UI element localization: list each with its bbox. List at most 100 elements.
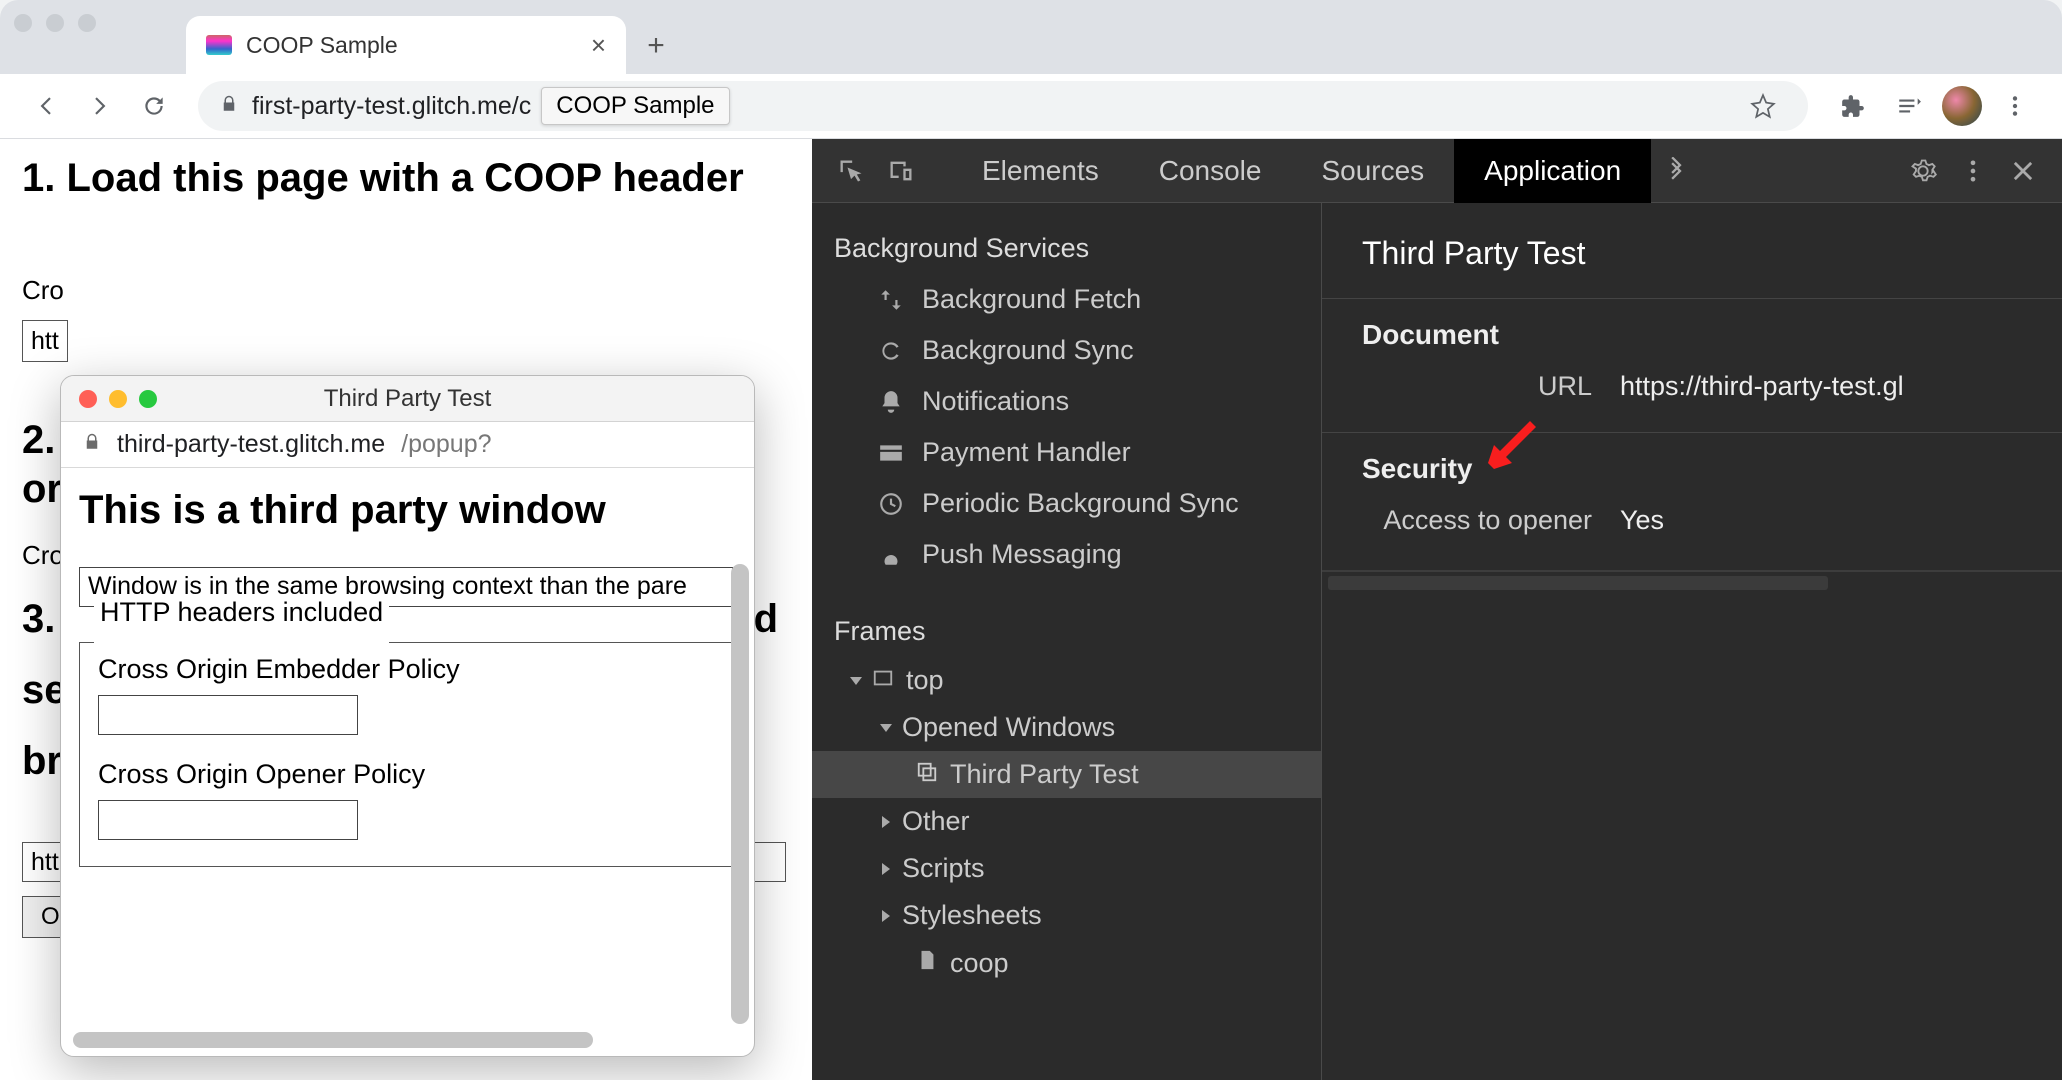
tab-close-icon[interactable]: × <box>591 30 606 61</box>
sidebar-item-label: Payment Handler <box>922 437 1131 468</box>
back-button[interactable] <box>24 84 68 128</box>
browser-toolbar: first-party-test.glitch.me/c COOP Sample <box>0 74 2062 139</box>
panel-row-url: URL https://third-party-test.gl <box>1362 371 2022 402</box>
inspect-element-icon[interactable] <box>826 146 876 196</box>
tree-label: Other <box>902 806 970 837</box>
browser-tab[interactable]: COOP Sample × <box>186 16 626 74</box>
sidebar-item-notifications[interactable]: Notifications <box>812 376 1321 427</box>
new-tab-button[interactable]: + <box>636 26 676 66</box>
sidebar-item-push-messaging[interactable]: Push Messaging <box>812 529 1321 580</box>
devtools-menu-icon[interactable] <box>1948 146 1998 196</box>
fieldset-legend: HTTP headers included <box>94 597 389 628</box>
address-url: first-party-test.glitch.me/c <box>252 92 531 121</box>
sidebar-item-periodic-bg-sync[interactable]: Periodic Background Sync <box>812 478 1321 529</box>
popup-address-bar[interactable]: third-party-test.glitch.me/popup? <box>61 422 754 468</box>
coep-label: Cross Origin Embedder Policy <box>98 654 717 685</box>
sidebar-item-label: Background Fetch <box>922 284 1141 315</box>
frame-tree-other[interactable]: Other <box>812 798 1321 845</box>
popup-horizontal-scrollbar[interactable] <box>73 1032 726 1048</box>
tree-label: top <box>906 665 944 696</box>
popup-titlebar[interactable]: Third Party Test <box>61 376 754 422</box>
page-input-stub[interactable] <box>22 320 68 362</box>
sidebar-item-payment-handler[interactable]: Payment Handler <box>812 427 1321 478</box>
tree-label: Third Party Test <box>950 759 1139 790</box>
more-tabs-icon[interactable] <box>1651 146 1701 196</box>
forward-button[interactable] <box>78 84 122 128</box>
tree-label: Stylesheets <box>902 900 1042 931</box>
tree-label: Opened Windows <box>902 712 1115 743</box>
frame-tree-scripts[interactable]: Scripts <box>812 845 1321 892</box>
sidebar-item-label: Periodic Background Sync <box>922 488 1239 519</box>
window-minimize-dot[interactable] <box>46 14 64 32</box>
frame-tree-third-party-test[interactable]: Third Party Test <box>812 751 1321 798</box>
sidebar-item-label: Background Sync <box>922 335 1134 366</box>
tree-label: Scripts <box>902 853 985 884</box>
popup-url-path: /popup? <box>401 430 491 459</box>
tab-favicon <box>206 35 232 55</box>
profile-avatar[interactable] <box>1942 86 1982 126</box>
caret-icon <box>882 816 890 828</box>
device-toolbar-icon[interactable] <box>876 146 926 196</box>
popup-window: Third Party Test third-party-test.glitch… <box>60 375 755 1057</box>
popup-vertical-scrollbar[interactable] <box>731 564 749 1032</box>
reload-button[interactable] <box>132 84 176 128</box>
lock-icon <box>220 93 238 120</box>
frame-tree-opened-windows[interactable]: Opened Windows <box>812 704 1321 751</box>
settings-gear-icon[interactable] <box>1898 146 1948 196</box>
sidebar-item-label: Push Messaging <box>922 539 1122 570</box>
sidebar-section-background-services: Background Services <box>812 223 1321 274</box>
devtools-sidebar: Background Services Background Fetch Bac… <box>812 203 1322 1080</box>
chrome-menu-icon[interactable] <box>1992 83 2038 129</box>
tab-console[interactable]: Console <box>1129 139 1292 203</box>
frame-tree-stylesheets[interactable]: Stylesheets <box>812 892 1321 939</box>
file-icon <box>916 947 938 980</box>
popup-url-host: third-party-test.glitch.me <box>117 430 385 459</box>
page-text-stub: Cro <box>22 275 790 306</box>
coop-input[interactable] <box>98 800 358 840</box>
star-icon[interactable] <box>1740 83 1786 129</box>
panel-label-url: URL <box>1362 371 1592 402</box>
panel-row-access-opener: Access to opener Yes <box>1362 505 2022 536</box>
window-zoom-dot[interactable] <box>78 14 96 32</box>
devtools: Elements Console Sources Application Bac… <box>812 139 2062 1080</box>
panel-section-security: Security <box>1362 453 2022 485</box>
panel-section-document: Document <box>1362 319 2022 351</box>
popup-title: Third Party Test <box>61 385 754 413</box>
panel-title: Third Party Test <box>1322 221 2062 298</box>
coep-input[interactable] <box>98 695 358 735</box>
devtools-detail-panel: Third Party Test Document URL https://th… <box>1322 203 2062 1080</box>
address-bar[interactable]: first-party-test.glitch.me/c COOP Sample <box>198 81 1808 131</box>
devtools-tabbar: Elements Console Sources Application <box>812 139 2062 203</box>
tree-label: coop <box>950 948 1009 979</box>
sidebar-item-background-sync[interactable]: Background Sync <box>812 325 1321 376</box>
panel-value-access-opener: Yes <box>1620 505 1664 536</box>
page-heading-3-left: 3. <box>22 597 55 642</box>
window-traffic-lights <box>14 14 96 32</box>
window-close-dot[interactable] <box>14 14 32 32</box>
windows-icon <box>916 759 938 790</box>
caret-icon <box>880 724 892 732</box>
tab-elements[interactable]: Elements <box>952 139 1129 203</box>
caret-icon <box>882 910 890 922</box>
panel-scrollbar[interactable] <box>1328 576 1828 590</box>
panel-value-url: https://third-party-test.gl <box>1620 371 1904 402</box>
tab-application[interactable]: Application <box>1454 139 1651 203</box>
devtools-close-icon[interactable] <box>1998 146 2048 196</box>
lock-icon <box>83 431 101 458</box>
panel-divider <box>1322 570 2062 572</box>
coop-label: Cross Origin Opener Policy <box>98 759 717 790</box>
sidebar-item-background-fetch[interactable]: Background Fetch <box>812 274 1321 325</box>
extensions-icon[interactable] <box>1830 83 1876 129</box>
annotation-arrow-icon <box>1482 409 1554 486</box>
url-hover-tooltip: COOP Sample <box>541 87 729 125</box>
frame-tree-coop-file[interactable]: coop <box>812 939 1321 988</box>
frame-tree-top[interactable]: top <box>812 657 1321 704</box>
page-heading-1: 1. Load this page with a COOP header <box>22 153 790 203</box>
tab-sources[interactable]: Sources <box>1291 139 1454 203</box>
page-heading-3-right: d <box>754 597 790 642</box>
reading-list-icon[interactable] <box>1886 83 1932 129</box>
caret-icon <box>850 677 862 685</box>
caret-icon <box>882 863 890 875</box>
browser-tab-strip: COOP Sample × + <box>0 0 2062 74</box>
tab-title: COOP Sample <box>246 32 577 59</box>
